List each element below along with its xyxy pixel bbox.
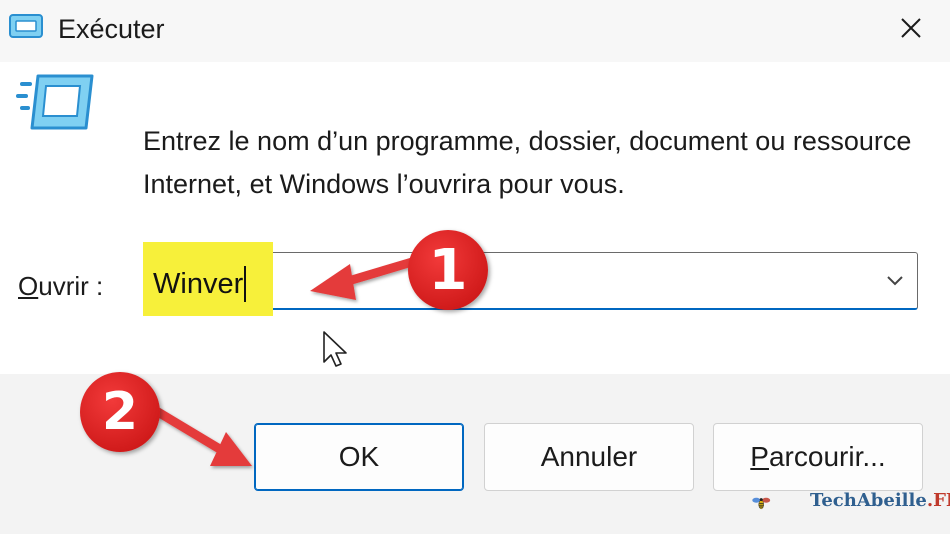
watermark-text: TechAbeille.FR <box>810 490 950 511</box>
chevron-down-icon[interactable] <box>880 266 910 296</box>
browse-mnemonic: P <box>750 441 769 472</box>
dialog-content <box>0 62 950 374</box>
open-label: Ouvrir : <box>18 268 103 304</box>
run-app-icon <box>9 14 43 38</box>
close-icon <box>901 18 921 38</box>
watermark-suffix: .FR <box>926 490 950 511</box>
text-caret <box>244 266 246 302</box>
close-button[interactable] <box>878 6 944 50</box>
dialog-description: Entrez le nom d’un programme, dossier, d… <box>143 126 912 199</box>
open-label-mnemonic: O <box>18 271 39 301</box>
watermark-name: TechAbeille <box>810 490 927 511</box>
browse-button[interactable]: Parcourir... <box>713 423 923 491</box>
cancel-button[interactable]: Annuler <box>484 423 694 491</box>
open-input-value: Winver <box>153 268 244 300</box>
bee-logo-icon <box>752 497 771 510</box>
ok-button[interactable]: OK <box>254 423 464 491</box>
step-badge-2: 2 <box>80 372 160 452</box>
window-title: Exécuter <box>58 14 165 44</box>
browse-label: arcourir... <box>768 441 886 472</box>
title-bar: Exécuter <box>0 0 950 62</box>
run-program-icon <box>16 74 94 130</box>
mouse-cursor-icon <box>323 331 347 367</box>
open-label-text: uvrir : <box>38 271 104 301</box>
step-badge-1: 1 <box>408 230 488 310</box>
